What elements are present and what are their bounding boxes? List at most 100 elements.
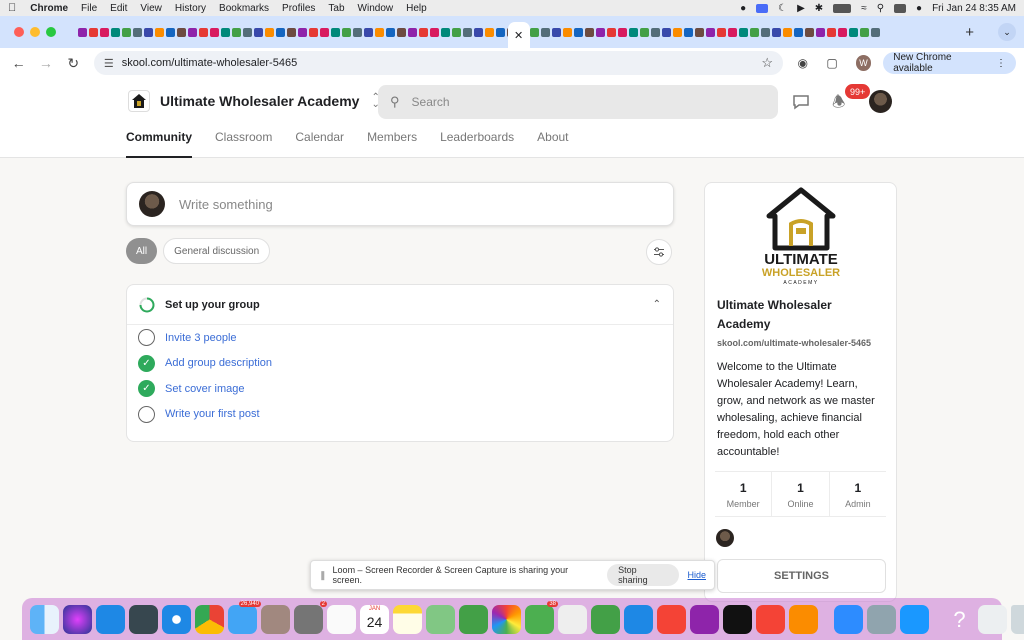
group-name[interactable]: Ultimate Wholesaler Academy — [160, 93, 359, 109]
minimize-window-button[interactable] — [30, 27, 40, 37]
tab-favicon-icon[interactable] — [485, 27, 494, 37]
menu-window[interactable]: Window — [358, 3, 394, 14]
tab-favicon-icon[interactable] — [276, 27, 285, 37]
address-url[interactable]: skool.com/ultimate-wholesaler-5465 — [122, 57, 762, 69]
menu-view[interactable]: View — [140, 3, 162, 14]
filter-general-discussion-chip[interactable]: General discussion — [163, 238, 271, 264]
bluetooth-icon[interactable]: ✱ — [815, 3, 823, 14]
messages-icon[interactable]: 38 — [525, 600, 558, 634]
search-icon[interactable]: ⚲ — [877, 3, 884, 14]
tab-favicon-icon[interactable] — [342, 27, 351, 37]
tab-favicon-icon[interactable] — [177, 27, 186, 37]
task-label[interactable]: Write your first post — [165, 408, 260, 420]
tab-favicon-icon[interactable] — [661, 27, 671, 37]
address-bar[interactable]: ☰ skool.com/ultimate-wholesaler-5465 ☆ — [93, 51, 784, 75]
close-tab-icon[interactable]: ✕ — [514, 29, 523, 42]
member-avatar[interactable] — [716, 529, 734, 547]
tab-favicon-icon[interactable] — [617, 27, 627, 37]
tab-classroom[interactable]: Classroom — [215, 130, 272, 158]
tab-favicon-icon[interactable] — [375, 27, 384, 37]
tab-members[interactable]: Members — [367, 130, 417, 158]
tab-favicon-icon[interactable] — [144, 27, 153, 37]
zoom-status-icon[interactable] — [756, 3, 769, 13]
tab-favicon-icon[interactable] — [463, 27, 472, 37]
more-menu-icon[interactable]: ⋮ — [996, 58, 1006, 69]
tab-favicon-icon[interactable] — [364, 27, 373, 37]
site-info-icon[interactable]: ☰ — [104, 57, 114, 70]
tab-favicon-icon[interactable] — [793, 27, 803, 37]
keynote-icon[interactable] — [624, 604, 653, 634]
tab-favicon-icon[interactable] — [848, 27, 858, 37]
tab-favicon-icon[interactable] — [815, 27, 825, 37]
tab-favicon-icon[interactable] — [672, 27, 682, 37]
news-icon[interactable] — [756, 604, 785, 634]
settings-button[interactable]: SETTINGS — [717, 559, 886, 593]
extension-loom-icon[interactable]: ◉ — [793, 56, 812, 70]
siri-icon[interactable] — [63, 604, 92, 634]
notification-bell-icon[interactable]: 🕭 — [832, 92, 845, 117]
collapse-chevron-icon[interactable]: ⌃ — [653, 299, 661, 310]
tab-favicon-icon[interactable] — [870, 27, 880, 37]
update-chrome-button[interactable]: New Chrome available ⋮ — [883, 52, 1017, 74]
setup-task[interactable]: ✓ Add group description — [127, 351, 673, 377]
tab-favicon-icon[interactable] — [441, 27, 450, 37]
tab-favicon-icon[interactable] — [386, 27, 395, 37]
mic-icon[interactable]: ● — [740, 3, 746, 14]
notes-icon[interactable] — [393, 604, 422, 634]
close-window-button[interactable] — [14, 27, 24, 37]
trash-icon[interactable] — [1011, 604, 1024, 634]
search-placeholder[interactable]: Search — [412, 95, 450, 109]
moon-icon[interactable]: ☾ — [778, 3, 787, 14]
task-label[interactable]: Set cover image — [165, 383, 244, 395]
tab-favicon-icon[interactable] — [298, 27, 307, 37]
tab-favicon-icon[interactable] — [826, 27, 836, 37]
unchecked-circle-icon[interactable] — [138, 405, 155, 423]
composer-placeholder[interactable]: Write something — [179, 197, 273, 212]
tab-favicon-icon[interactable] — [430, 27, 439, 37]
menu-file[interactable]: File — [81, 3, 97, 14]
apple-menu-icon[interactable]:  — [8, 2, 16, 14]
podcasts-icon[interactable] — [690, 604, 719, 634]
screen-window-icon[interactable] — [978, 604, 1007, 634]
drag-handle-icon[interactable]: ❚ — [319, 570, 327, 581]
tab-favicon-icon[interactable] — [771, 27, 781, 37]
tab-favicon-icon[interactable] — [837, 27, 847, 37]
tab-favicon-icon[interactable] — [243, 27, 252, 37]
task-label[interactable]: Invite 3 people — [165, 332, 237, 344]
tab-favicon-icon[interactable] — [474, 27, 483, 37]
new-tab-button[interactable]: + — [965, 24, 974, 41]
battery-icon[interactable] — [833, 3, 852, 13]
tab-search-chevron-icon[interactable]: ⌄ — [998, 23, 1017, 41]
task-label[interactable]: Add group description — [165, 357, 272, 369]
tab-favicon-icon[interactable] — [683, 27, 693, 37]
tab-favicon-icon[interactable] — [221, 27, 230, 37]
tab-favicon-icon[interactable] — [320, 27, 329, 37]
tab-favicon-icon[interactable] — [254, 27, 263, 37]
maps-icon[interactable] — [426, 604, 455, 634]
tab-favicon-icon[interactable] — [353, 27, 362, 37]
books-icon[interactable] — [789, 604, 818, 634]
tab-favicon-icon[interactable] — [100, 27, 109, 37]
tab-favicon-icon[interactable] — [210, 27, 219, 37]
unchecked-circle-icon[interactable] — [138, 329, 155, 347]
mail-icon[interactable]: 26,940 — [228, 600, 261, 634]
tab-favicon-icon[interactable] — [727, 27, 737, 37]
setup-task[interactable]: Invite 3 people — [127, 325, 673, 351]
tab-favicon-icon[interactable] — [529, 27, 539, 37]
profile-avatar[interactable]: W — [855, 55, 872, 71]
tab-favicon-icon[interactable] — [749, 27, 759, 37]
reminders-icon[interactable] — [327, 604, 356, 634]
tab-favicon-icon[interactable] — [419, 27, 428, 37]
tab-favicon-icon[interactable] — [155, 27, 164, 37]
help-icon[interactable]: ? — [945, 605, 974, 634]
wifi-icon[interactable]: ≈ — [861, 3, 867, 14]
zoom-window-button[interactable] — [46, 27, 56, 37]
tab-favicon-icon[interactable] — [309, 27, 318, 37]
app-store-icon[interactable] — [96, 604, 125, 634]
tab-favicon-icon[interactable] — [716, 27, 726, 37]
tab-favicon-icon[interactable] — [859, 27, 869, 37]
prime-video-icon[interactable] — [900, 604, 929, 634]
menu-clock[interactable]: Fri Jan 24 8:35 AM — [932, 3, 1016, 14]
finder-icon[interactable] — [30, 604, 59, 634]
user-avatar[interactable] — [869, 90, 892, 113]
